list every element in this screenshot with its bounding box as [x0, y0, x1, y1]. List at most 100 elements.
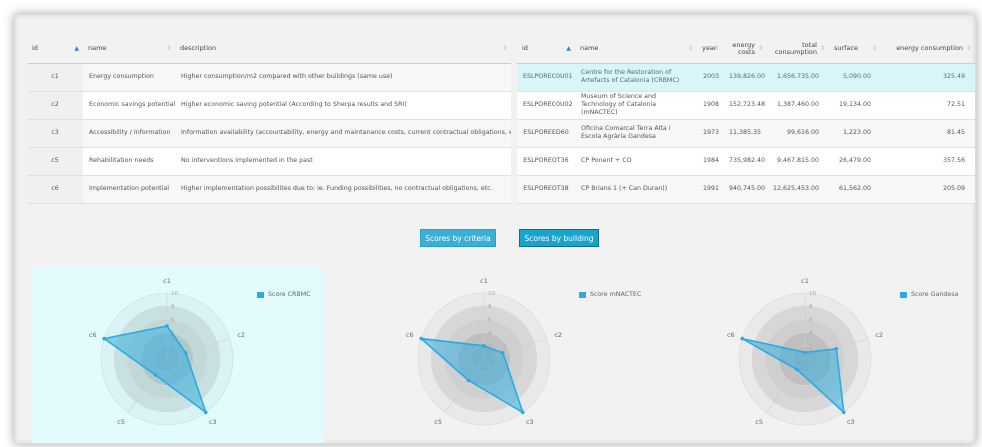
- axis-label: c5: [434, 418, 442, 426]
- criteria-table: id ▲ name ⇕ description ⇕ c1 Energy consump…: [27, 35, 511, 204]
- buildings-table-header: id ▲ name ⇕ year ⇕ energy costs ⇕ total cons…: [517, 35, 975, 64]
- column-label: name: [580, 44, 599, 53]
- sort-asc-icon[interactable]: ▲: [566, 45, 571, 52]
- column-label: energy costs: [732, 40, 755, 56]
- cell-name: Centre for the Restoration of Artefacts …: [575, 63, 697, 92]
- cell-id: c2: [27, 91, 83, 120]
- column-label: energy consumption: [896, 44, 963, 53]
- cell-id: ESLPOREC0U01: [517, 63, 575, 92]
- cell-name: Implementation potential: [83, 175, 175, 204]
- tick-label: 10: [809, 291, 816, 297]
- cell-description: Higher consumption/m2 compared with othe…: [175, 63, 511, 92]
- cell-surface: 61,562.00: [829, 175, 881, 204]
- radar-chart-gandesa[interactable]: c1 c2 c3 c5 c6 2 4 6 8 10 Score Gandesa: [670, 267, 962, 443]
- cell-surface: 1,223.00: [829, 119, 881, 148]
- table-row[interactable]: ESLPOREOT38 CP Brians 1 (+ Can Duran)) 1…: [517, 175, 975, 204]
- table-row[interactable]: ESLPOREED60 Oficina Comarcal Terra Alta …: [517, 119, 975, 148]
- dashboard-frame: id ▲ name ⇕ description ⇕ c1 Energy consump…: [14, 14, 976, 444]
- column-header-energy-consumption[interactable]: energy consumption ⇕: [881, 35, 975, 64]
- cell-name: Economic savings potential: [83, 91, 175, 120]
- chart-legend[interactable]: Score mNACTEC: [579, 291, 641, 298]
- axis-label: c2: [554, 331, 562, 339]
- table-row-selected[interactable]: ESLPOREC0U01 Centre for the Restoration …: [517, 63, 975, 92]
- table-row[interactable]: c5 Rehabilitation needs No interventions…: [27, 147, 511, 176]
- column-header-name[interactable]: name ⇕: [575, 35, 697, 64]
- sort-icon[interactable]: ⇕: [820, 45, 825, 52]
- cell-name: Accessibility / Information: [83, 119, 175, 148]
- cell-energy-costs: 940,745.00: [723, 175, 767, 204]
- column-label: id: [32, 44, 38, 53]
- sort-icon[interactable]: ⇕: [872, 45, 877, 52]
- legend-label: Score mNACTEC: [590, 291, 642, 298]
- data-point: [184, 351, 188, 355]
- sort-icon[interactable]: ⇕: [688, 45, 693, 52]
- cell-year: 1991: [697, 175, 723, 204]
- chart-legend[interactable]: Score CRBMC: [257, 291, 311, 298]
- cell-name: Oficina Comarcal Terra Alta i Escola Agr…: [575, 119, 697, 148]
- legend-swatch: [579, 291, 586, 298]
- sort-icon[interactable]: ⇕: [714, 45, 719, 52]
- table-row[interactable]: c1 Energy consumption Higher consumption…: [27, 63, 511, 92]
- column-header-year[interactable]: year ⇕: [697, 35, 723, 64]
- radar-chart-mnactec[interactable]: c1 c2 c3 c5 c6 2 4 6 8 10 Score mNACTEC: [349, 267, 641, 443]
- column-header-description[interactable]: description ⇕: [175, 35, 511, 64]
- data-point: [466, 378, 471, 383]
- scores-by-criteria-button[interactable]: Scores by criteria: [420, 229, 496, 247]
- cell-total-consumption: 12,625,453.00: [767, 175, 829, 204]
- column-label: name: [88, 44, 107, 53]
- cell-total-consumption: 1,656,735.00: [767, 63, 829, 92]
- cell-surface: 26,479.00: [829, 147, 881, 176]
- cell-total-consumption: 1,387,460.00: [767, 91, 829, 120]
- table-row[interactable]: ESLPOREC0U02 Museum of Science and Techn…: [517, 91, 975, 120]
- data-point: [841, 410, 846, 415]
- cell-name: CP Brians 1 (+ Can Duran)): [575, 175, 697, 204]
- table-row[interactable]: c2 Economic savings potential Higher eco…: [27, 91, 511, 120]
- radar-chart-crbmc[interactable]: c1c2c3c5c6246810 Score CRBMC: [32, 267, 324, 443]
- column-header-id[interactable]: id ▲: [517, 35, 575, 64]
- legend-swatch: [900, 291, 907, 298]
- data-point: [740, 336, 745, 341]
- column-header-total-consumption[interactable]: total consumption ⇕: [767, 35, 829, 64]
- sort-icon[interactable]: ⇕: [502, 45, 507, 52]
- tick-label: 6: [171, 317, 175, 323]
- cell-year: 1908: [697, 91, 723, 120]
- cell-energy-consumption: 81.45: [881, 119, 975, 148]
- tick-label: 8: [171, 304, 175, 310]
- cell-energy-consumption: 325.49: [881, 63, 975, 92]
- chart-legend[interactable]: Score Gandesa: [900, 291, 958, 298]
- sort-icon[interactable]: ⇕: [758, 45, 763, 52]
- scores-by-building-button[interactable]: Scores by building: [519, 229, 599, 247]
- table-row[interactable]: c3 Accessibility / Information Informati…: [27, 119, 511, 148]
- sort-icon[interactable]: ⇕: [966, 45, 971, 52]
- data-point: [203, 410, 208, 415]
- sort-asc-icon[interactable]: ▲: [74, 45, 79, 52]
- cell-energy-costs: 152,723.48: [723, 91, 767, 120]
- column-label: description: [180, 44, 217, 53]
- column-header-surface[interactable]: surface ⇕: [829, 35, 881, 64]
- table-row[interactable]: c6 Implementation potential Higher imple…: [27, 175, 511, 204]
- column-header-id[interactable]: id ▲: [27, 35, 83, 64]
- cell-year: 1973: [697, 119, 723, 148]
- column-label: surface: [834, 44, 859, 53]
- legend-label: Score Gandesa: [911, 291, 959, 298]
- tick-label: 10: [488, 291, 495, 297]
- buildings-table: id ▲ name ⇕ year ⇕ energy costs ⇕ total cons…: [517, 35, 975, 204]
- axis-label: c3: [209, 418, 217, 426]
- tick-label: 8: [488, 304, 492, 310]
- column-header-name[interactable]: name ⇕: [83, 35, 175, 64]
- cell-energy-costs: 11,385.35: [723, 119, 767, 148]
- table-row[interactable]: ESLPOREOT36 CP Ponent + CO 1984 735,982.…: [517, 147, 975, 176]
- cell-name: CP Ponent + CO: [575, 147, 697, 176]
- cell-total-consumption: 9,467,815.00: [767, 147, 829, 176]
- axis-label: c6: [406, 331, 414, 339]
- axis-label: c1: [163, 277, 171, 285]
- sort-icon[interactable]: ⇕: [166, 45, 171, 52]
- column-header-energy-costs[interactable]: energy costs ⇕: [723, 35, 767, 64]
- tick-label: 6: [488, 317, 492, 323]
- cell-id: ESLPOREOT36: [517, 147, 575, 176]
- cell-id: c6: [27, 175, 83, 204]
- cell-name: Rehabilitation needs: [83, 147, 175, 176]
- axis-label: c3: [847, 418, 855, 426]
- cell-description: Higher implementation possibilites due t…: [175, 175, 511, 204]
- cell-id: ESLPOREOT38: [517, 175, 575, 204]
